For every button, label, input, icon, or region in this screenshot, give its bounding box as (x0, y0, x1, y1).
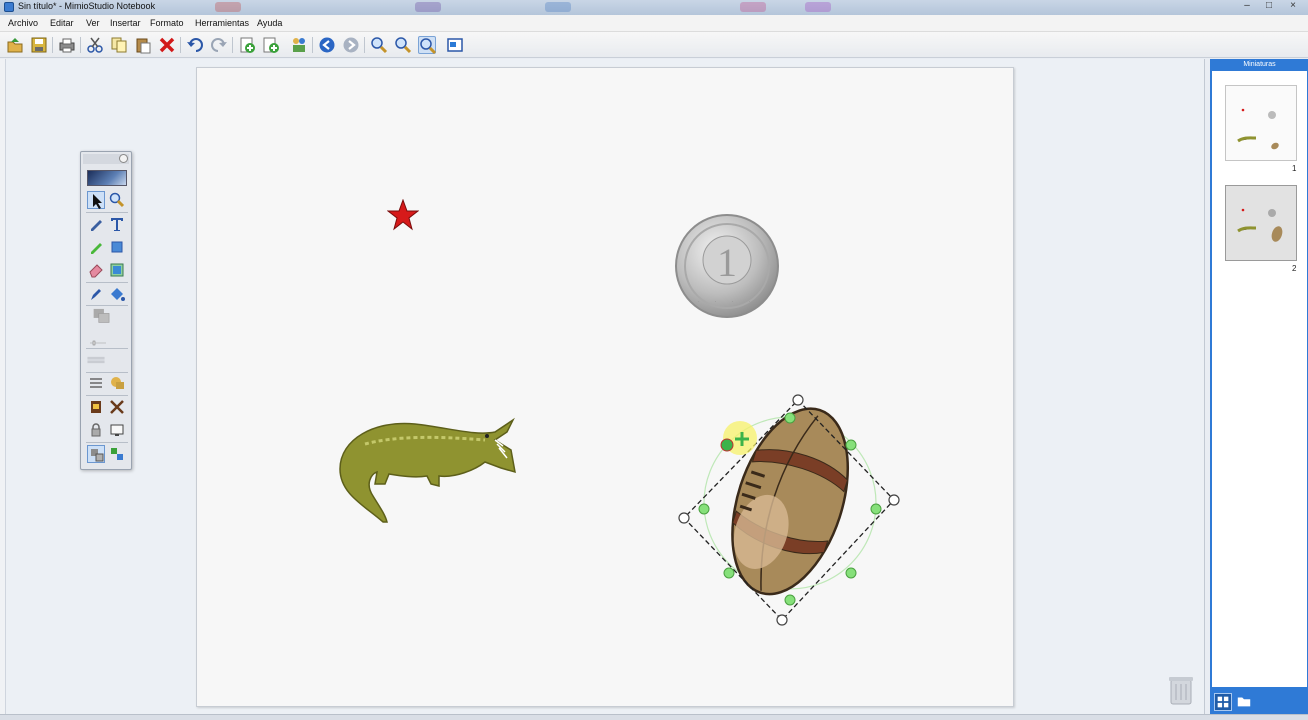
fullscreen-icon[interactable] (446, 36, 464, 54)
maximize-icon[interactable]: □ (1260, 1, 1278, 12)
highlighter-icon[interactable] (87, 238, 105, 256)
align-icon[interactable] (87, 374, 105, 392)
trash-icon[interactable] (1168, 674, 1194, 706)
reveal-icon[interactable] (87, 398, 105, 416)
menu-insertar[interactable]: Insertar (110, 18, 141, 28)
paste-icon[interactable] (134, 36, 152, 54)
star-object[interactable] (387, 199, 419, 231)
print-icon[interactable] (58, 36, 76, 54)
mimio-banner (87, 170, 127, 186)
minimize-icon[interactable]: – (1238, 1, 1256, 12)
thumbnails-footer (1210, 689, 1308, 715)
image-tool-icon[interactable] (108, 261, 126, 279)
eraser-icon[interactable] (87, 261, 105, 279)
menu-formato[interactable]: Formato (150, 18, 184, 28)
app-icon (4, 2, 14, 12)
page-thumbnail-selected[interactable] (1225, 185, 1297, 261)
menu-editar[interactable]: Editar (50, 18, 74, 28)
text-icon[interactable] (108, 215, 126, 233)
select-arrow-icon[interactable] (87, 191, 105, 209)
menu-ayuda[interactable]: Ayuda (257, 18, 282, 28)
fill-icon[interactable] (108, 285, 126, 303)
menu-ver[interactable]: Ver (86, 18, 100, 28)
delete-icon[interactable] (158, 36, 176, 54)
ungroup-icon[interactable] (108, 445, 126, 463)
undo-icon[interactable] (186, 36, 204, 54)
forward-icon[interactable] (342, 36, 360, 54)
color-swatch[interactable] (93, 307, 121, 331)
taskbar-ghost-icon (415, 2, 441, 12)
new-page-icon[interactable] (238, 36, 256, 54)
thumbnails-panel: Miniaturas 1 2 (1204, 59, 1308, 715)
tools-panel (80, 151, 132, 470)
zoom-in-icon[interactable] (370, 36, 388, 54)
svg-text:· · · ·: · · · · (697, 297, 756, 306)
coin-object[interactable]: 1 · · · · (674, 212, 780, 320)
gallery-icon[interactable] (290, 36, 308, 54)
page-number: 2 (1292, 264, 1297, 273)
redo-icon[interactable] (210, 36, 228, 54)
window-title: Sin título* - MimioStudio Notebook (18, 1, 156, 11)
thumbnails-list: 1 2 (1210, 71, 1308, 689)
transparency-slider[interactable] (89, 334, 125, 346)
save-icon[interactable] (30, 36, 48, 54)
shape-icon[interactable] (108, 238, 126, 256)
spotlight-icon[interactable] (108, 398, 126, 416)
status-bar (0, 714, 1308, 720)
note-icon[interactable] (108, 374, 126, 392)
thumbnails-header: Miniaturas (1210, 59, 1308, 71)
coin-label: 1 (717, 240, 737, 285)
back-icon[interactable] (318, 36, 336, 54)
close-icon[interactable]: × (1284, 1, 1302, 12)
thumbnail-view-icon[interactable] (1214, 693, 1232, 711)
lock-icon[interactable] (87, 421, 105, 439)
page-number: 1 (1292, 164, 1297, 173)
main-toolbar (0, 32, 1308, 58)
copy-icon[interactable] (110, 36, 128, 54)
cut-icon[interactable] (86, 36, 104, 54)
football-object[interactable] (672, 390, 912, 630)
panel-close-icon[interactable] (119, 154, 128, 163)
crocodile-object[interactable] (335, 414, 520, 526)
taskbar-ghost-icon (545, 2, 571, 12)
zoom-tool-icon[interactable] (108, 191, 126, 209)
taskbar-ghost-icon (805, 2, 831, 12)
group-icon[interactable] (87, 445, 105, 463)
taskbar-ghost-icon (740, 2, 766, 12)
screen-icon[interactable] (108, 421, 126, 439)
page-thumbnail[interactable] (1225, 85, 1297, 161)
menu-herramientas[interactable]: Herramientas (195, 18, 249, 28)
line-style[interactable] (87, 351, 127, 369)
open-icon[interactable] (6, 36, 24, 54)
eyedropper-icon[interactable] (87, 285, 105, 303)
menu-bar: Archivo Editar Ver Insertar Formato Herr… (0, 15, 1308, 32)
folder-icon[interactable] (1236, 693, 1254, 711)
title-bar: Sin título* - MimioStudio Notebook – □ × (0, 0, 1308, 15)
zoom-fit-icon[interactable] (418, 36, 437, 55)
pen-icon[interactable] (87, 215, 105, 233)
menu-archivo[interactable]: Archivo (8, 18, 38, 28)
zoom-out-icon[interactable] (394, 36, 412, 54)
insert-page-icon[interactable] (262, 36, 280, 54)
taskbar-ghost-icon (215, 2, 241, 12)
